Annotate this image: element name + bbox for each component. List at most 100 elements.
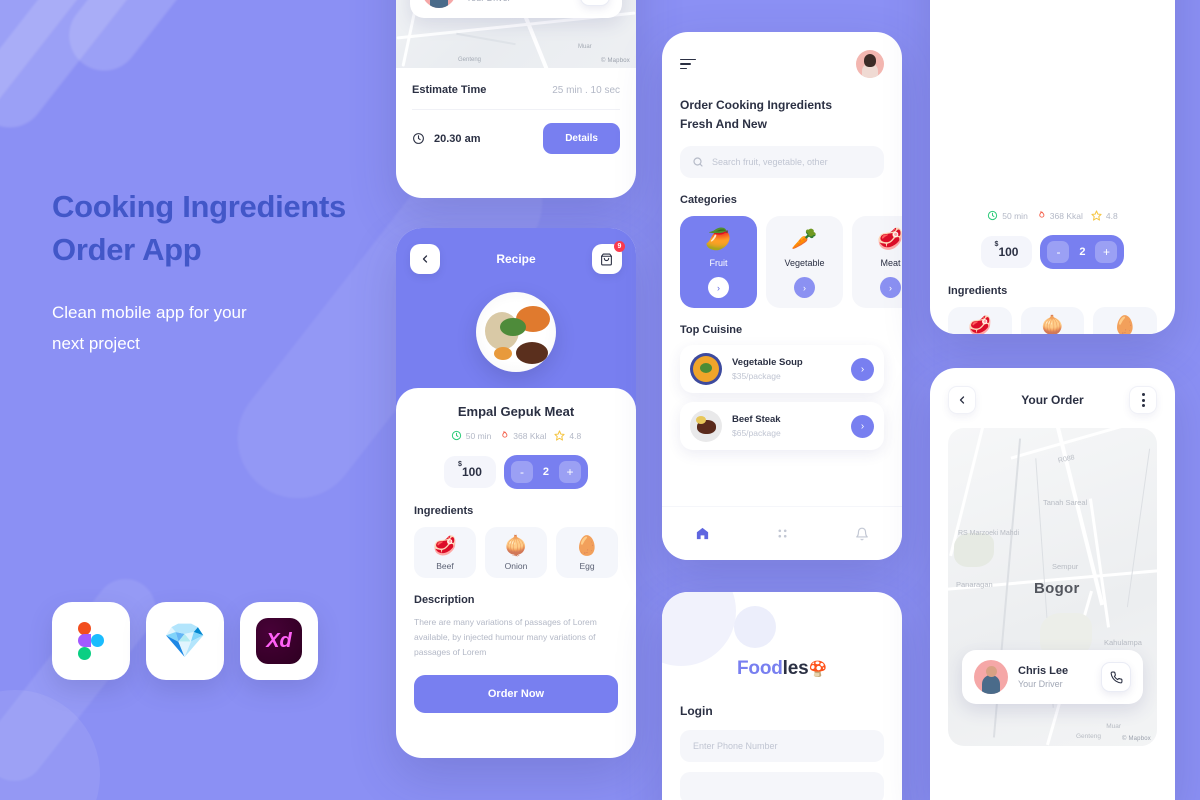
flame-icon (1039, 210, 1045, 218)
home-icon (696, 527, 709, 540)
map-road (1010, 428, 1156, 460)
order-now-button[interactable]: Order Now (414, 675, 618, 713)
star-icon (1091, 210, 1102, 221)
quantity-stepper: - 2 + (503, 455, 588, 489)
sketch-logo-glyph: 💎 (163, 622, 207, 660)
back-button[interactable] (410, 244, 440, 274)
list-item[interactable]: Vegetable Soup $35/package › (680, 345, 884, 393)
call-driver-button[interactable] (580, 0, 610, 6)
clock-icon (451, 430, 461, 441)
detail-rating: 4.8 (1091, 210, 1118, 221)
recipe-body: Empal Gepuk Meat 50 min 368 Kkal 4.8 $10… (396, 388, 636, 729)
egg-icon: 🥚 (575, 536, 599, 557)
clock-icon (988, 210, 998, 221)
search-bar[interactable] (680, 146, 884, 178)
page-title-line2: Order App (52, 232, 202, 267)
chevron-right-icon[interactable]: › (851, 357, 874, 381)
delivery-map[interactable]: Muar Genteng © Mapbox Chris Lee Your Dri… (396, 0, 636, 73)
decrease-quantity-button[interactable]: - (1047, 241, 1070, 263)
phone-icon (1110, 671, 1122, 683)
search-icon (693, 157, 703, 167)
secondary-input[interactable] (693, 783, 871, 793)
chevron-right-icon[interactable]: › (880, 277, 901, 298)
call-driver-button[interactable] (1101, 662, 1131, 692)
home-top-bar (680, 50, 884, 78)
order-map[interactable]: R088 Tanah Sareal RS Marzoeki Mahdi Semp… (948, 428, 1157, 746)
sketch-icon[interactable]: 💎 (146, 602, 224, 680)
decor-stripe (55, 0, 295, 85)
ingredient-label: Beef (436, 561, 454, 571)
search-input[interactable] (712, 157, 872, 167)
more-options-button[interactable] (1129, 386, 1157, 414)
category-meat[interactable]: 🥩 Meat › (852, 216, 902, 308)
driver-avatar (974, 660, 1008, 694)
top-cuisine-title: Top Cuisine (680, 324, 743, 336)
nav-home-button[interactable] (695, 526, 710, 541)
map-label-primary: Bogor (1034, 580, 1080, 597)
egg-icon: 🥚 (1113, 316, 1138, 334)
category-fruit[interactable]: 🥭 Fruit › (680, 216, 757, 308)
ingredient-item[interactable]: 🥩 Beef (414, 527, 476, 578)
ingredient-item[interactable]: 🥚 Egg (1093, 307, 1158, 334)
chevron-right-icon[interactable]: › (794, 277, 815, 298)
onion-icon: 🧅 (504, 536, 528, 557)
categories-list: 🥭 Fruit › 🥕 Vegetable › 🥩 Meat › (680, 216, 902, 308)
map-label: Kahulampa (1104, 638, 1142, 647)
secondary-field[interactable] (680, 772, 884, 800)
cuisine-details: Beef Steak $65/package (732, 414, 841, 438)
ingredient-item[interactable]: 🥩 Beef (948, 307, 1012, 334)
dish-meta-row: 50 min 368 Kkal 4.8 (414, 430, 618, 441)
login-title: Login (680, 704, 713, 718)
ingredient-item[interactable]: 🧅 Onion (485, 527, 547, 578)
xd-logo-glyph: Xd (256, 618, 302, 664)
onion-icon: 🧅 (1040, 316, 1065, 334)
map-attribution: © Mapbox (600, 58, 630, 64)
increase-quantity-button[interactable]: + (1095, 241, 1118, 263)
ingredients-title: Ingredients (414, 505, 474, 517)
figma-icon[interactable] (52, 602, 130, 680)
chevron-right-icon[interactable]: › (708, 277, 729, 298)
decrease-quantity-button[interactable]: - (510, 461, 533, 483)
page-subtitle-line1: Clean mobile app for your (52, 303, 247, 322)
nav-notifications-button[interactable] (855, 527, 869, 541)
currency-symbol: $ (994, 241, 999, 248)
avatar[interactable] (856, 50, 884, 78)
estimate-value: 25 min . 10 sec (552, 84, 620, 96)
phone-input[interactable] (693, 741, 871, 751)
phone-field[interactable] (680, 730, 884, 762)
hamburger-icon[interactable] (680, 58, 696, 70)
list-item[interactable]: Beef Steak $65/package › (680, 402, 884, 450)
chevron-right-icon[interactable]: › (851, 414, 874, 438)
clock-icon (413, 133, 424, 144)
cart-button[interactable]: 9 (591, 241, 625, 274)
logo-text-primary: Food (737, 658, 783, 679)
cuisine-price: $35/package (732, 371, 781, 381)
price-value: 100 (461, 465, 482, 479)
details-button[interactable]: Details (543, 123, 620, 154)
dish-name: Empal Gepuk Meat (457, 404, 575, 419)
map-label: RS Marzoeki Mahdi (958, 530, 1020, 537)
flame-icon (502, 430, 508, 438)
delivery-details: Estimate Time 25 min . 10 sec 20.30 am D… (396, 68, 636, 168)
ingredient-item[interactable]: 🧅 Onion (1020, 307, 1085, 334)
ingredient-item[interactable]: 🥚 Egg (556, 527, 618, 578)
nav-grid-button[interactable] (776, 527, 789, 540)
currency-symbol: $ (458, 461, 462, 468)
estimate-label: Estimate Time (412, 84, 487, 96)
bottom-navigation (662, 506, 902, 560)
description-title: Description (414, 594, 475, 606)
carrot-icon: 🥕 (791, 228, 818, 251)
quantity-value: 2 (1079, 246, 1086, 258)
dish-rating-value: 4.8 (569, 430, 582, 441)
increase-quantity-button[interactable]: + (558, 461, 581, 483)
detail-ingredients-title: Ingredients (948, 285, 1008, 297)
star-icon (554, 430, 565, 441)
pickup-time: 20.30 am (434, 132, 481, 145)
category-vegetable[interactable]: 🥕 Vegetable › (766, 216, 843, 308)
ingredients-list: 🥩 Beef 🧅 Onion 🥚 Egg (414, 527, 618, 578)
back-button[interactable] (948, 386, 976, 414)
adobe-xd-icon[interactable]: Xd (240, 602, 318, 680)
map-attribution: © Mapbox (1121, 736, 1151, 742)
driver-role: Your Driver (466, 0, 570, 3)
detail-price-row: $100 - 2 + (948, 235, 1157, 269)
